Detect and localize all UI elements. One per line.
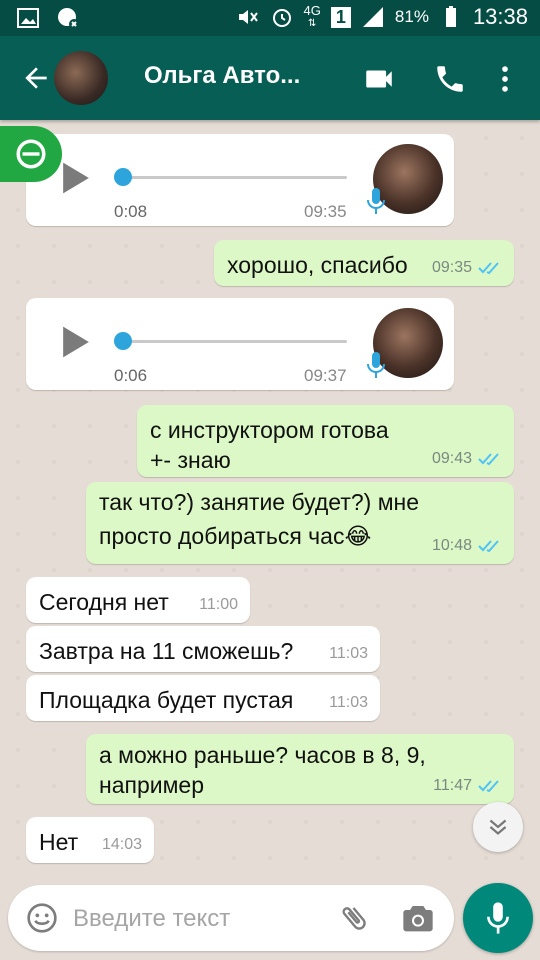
incoming-message[interactable]: Сегодня нет 11:00	[26, 577, 250, 623]
outgoing-message[interactable]: а можно раньше? часов в 8, 9, например 1…	[86, 734, 514, 804]
gallery-icon	[17, 8, 39, 28]
message-text: так что?) занятие будет?) мне просто доб…	[99, 485, 419, 553]
message-line: просто добираться час😂	[99, 523, 372, 549]
message-meta: 11:47	[433, 777, 502, 795]
message-time: 11:03	[329, 694, 368, 711]
message-text: хорошо, спасибо	[227, 252, 408, 278]
incoming-message[interactable]: Площадка будет пустая 11:03	[26, 675, 380, 721]
voice-progress-knob[interactable]	[114, 332, 132, 350]
message-line: а можно раньше? часов в 8, 9,	[99, 742, 426, 768]
message-meta: 09:35	[432, 259, 502, 277]
message-time: 11:47	[433, 777, 472, 794]
message-time: 10:48	[431, 537, 472, 554]
double-check-icon	[478, 453, 499, 466]
message-text: Завтра на 11 сможешь?	[39, 638, 294, 664]
mic-icon	[367, 188, 385, 214]
outgoing-message[interactable]: с инструктором готова +- знаю 09:43	[137, 405, 514, 477]
message-meta: 09:43	[432, 450, 502, 468]
video-call-icon[interactable]	[362, 62, 396, 96]
play-icon[interactable]	[60, 324, 92, 360]
outgoing-message[interactable]: так что?) занятие будет?) мне просто доб…	[86, 482, 514, 564]
voice-message[interactable]: 0:06 09:37	[26, 298, 454, 390]
chevron-down-icon	[489, 819, 507, 835]
clock: 13:38	[472, 4, 528, 29]
message-text: Нет	[39, 829, 79, 855]
mic-icon	[487, 902, 509, 934]
double-check-icon	[478, 780, 499, 793]
play-icon[interactable]	[60, 160, 92, 196]
contact-avatar[interactable]	[54, 51, 108, 105]
voice-message[interactable]: 0:08 09:35	[26, 134, 454, 226]
chat-header: Ольга Авто...	[0, 36, 540, 120]
battery-icon	[445, 6, 456, 27]
incoming-message[interactable]: Завтра на 11 сможешь? 11:03	[26, 626, 380, 672]
message-line: с инструктором готова	[150, 417, 389, 443]
more-vert-icon[interactable]	[488, 62, 522, 96]
contact-name[interactable]: Ольга Авто...	[144, 62, 300, 90]
message-line: +- знаю	[150, 447, 231, 473]
floating-bubble-button[interactable]	[0, 126, 62, 182]
mic-icon	[367, 352, 385, 378]
voice-duration: 0:08	[114, 202, 148, 221]
signal-icon	[362, 7, 383, 27]
phone-icon[interactable]	[433, 62, 467, 96]
voice-progress-track[interactable]	[122, 176, 347, 179]
message-line: так что?) занятие будет?) мне	[99, 489, 420, 515]
incoming-message[interactable]: Нет 14:03	[26, 817, 154, 863]
voice-progress-knob[interactable]	[114, 168, 132, 186]
back-arrow-icon[interactable]	[20, 62, 52, 94]
network-label: 4G	[303, 3, 321, 18]
message-text: Сегодня нет	[39, 589, 169, 615]
whatsapp-icon	[58, 8, 79, 29]
battery-percent: 81%	[394, 7, 429, 26]
message-input[interactable]: Введите текст	[73, 905, 230, 933]
message-time: 14:03	[101, 836, 142, 853]
message-text: Площадка будет пустая	[39, 687, 294, 713]
emoji-icon[interactable]	[26, 902, 58, 934]
attach-icon[interactable]	[338, 902, 370, 934]
voice-record-button[interactable]	[463, 883, 533, 953]
message-text: с инструктором готова +- знаю	[150, 415, 389, 475]
message-composer: Введите текст	[8, 885, 454, 951]
outgoing-message[interactable]: хорошо, спасибо 09:35	[214, 240, 514, 286]
message-time: 09:43	[431, 450, 472, 467]
message-line: например	[99, 772, 204, 798]
message-time: 11:03	[329, 645, 368, 662]
voice-progress-track[interactable]	[122, 340, 347, 343]
double-check-icon	[478, 540, 499, 553]
network-type: 4G ⇅	[304, 4, 321, 30]
message-text: а можно раньше? часов в 8, 9, например	[99, 740, 426, 800]
mute-icon	[238, 10, 258, 24]
message-time: 11:00	[199, 596, 238, 613]
voice-duration: 0:06	[114, 366, 148, 385]
circle-icon	[16, 139, 46, 169]
message-meta: 10:48	[432, 537, 502, 555]
status-bar: 4G ⇅ 1 81% 13:38	[0, 0, 540, 36]
message-time: 09:35	[431, 259, 472, 276]
message-time: 09:35	[304, 202, 347, 221]
data-arrows: ⇅	[308, 18, 317, 29]
alarm-icon	[272, 9, 291, 27]
sim-indicator: 1	[330, 6, 351, 28]
double-check-icon	[478, 262, 499, 275]
chat-area: 0:08 09:35 хорошо, спасибо 09:35 0:06 09…	[0, 120, 540, 880]
message-time: 09:37	[304, 366, 347, 385]
camera-icon[interactable]	[402, 903, 434, 933]
scroll-to-bottom-button[interactable]	[473, 802, 523, 852]
